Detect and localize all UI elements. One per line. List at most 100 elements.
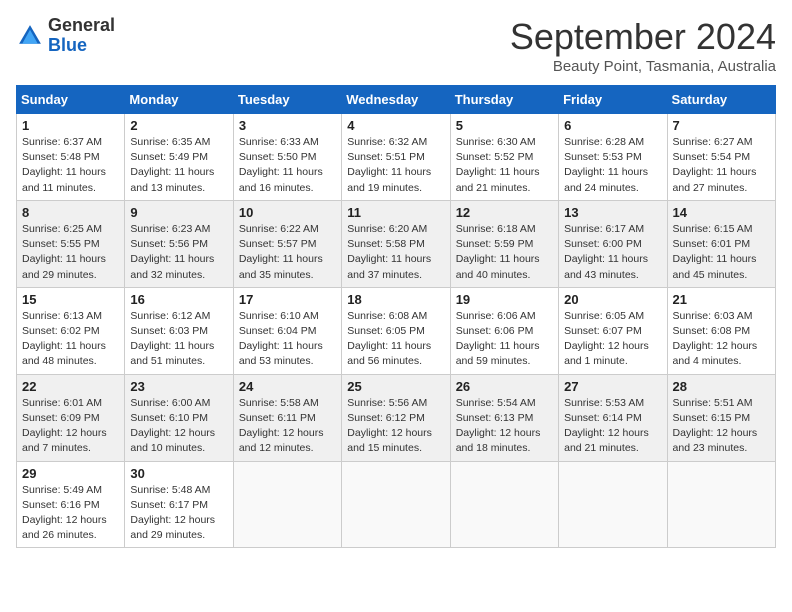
- week-row: 8 Sunrise: 6:25 AMSunset: 5:55 PMDayligh…: [17, 200, 776, 287]
- day-detail: Sunrise: 6:06 AMSunset: 6:06 PMDaylight:…: [456, 309, 553, 370]
- day-detail: Sunrise: 6:33 AMSunset: 5:50 PMDaylight:…: [239, 135, 336, 196]
- day-detail: Sunrise: 6:15 AMSunset: 6:01 PMDaylight:…: [673, 222, 770, 283]
- day-cell: 29 Sunrise: 5:49 AMSunset: 6:16 PMDaylig…: [17, 461, 125, 548]
- logo-general: General: [48, 15, 115, 35]
- day-detail: Sunrise: 6:23 AMSunset: 5:56 PMDaylight:…: [130, 222, 227, 283]
- empty-cell: [342, 461, 450, 548]
- day-number: 16: [130, 292, 227, 307]
- day-detail: Sunrise: 6:08 AMSunset: 6:05 PMDaylight:…: [347, 309, 444, 370]
- day-detail: Sunrise: 6:30 AMSunset: 5:52 PMDaylight:…: [456, 135, 553, 196]
- logo: General Blue: [16, 16, 115, 56]
- week-row: 1 Sunrise: 6:37 AMSunset: 5:48 PMDayligh…: [17, 114, 776, 201]
- calendar-table: Sunday Monday Tuesday Wednesday Thursday…: [16, 85, 776, 548]
- day-detail: Sunrise: 6:22 AMSunset: 5:57 PMDaylight:…: [239, 222, 336, 283]
- day-detail: Sunrise: 6:01 AMSunset: 6:09 PMDaylight:…: [22, 396, 119, 457]
- day-number: 23: [130, 379, 227, 394]
- day-number: 14: [673, 205, 770, 220]
- day-cell: 16 Sunrise: 6:12 AMSunset: 6:03 PMDaylig…: [125, 287, 233, 374]
- day-detail: Sunrise: 6:13 AMSunset: 6:02 PMDaylight:…: [22, 309, 119, 370]
- day-cell: 11 Sunrise: 6:20 AMSunset: 5:58 PMDaylig…: [342, 200, 450, 287]
- day-number: 3: [239, 118, 336, 133]
- day-cell: 24 Sunrise: 5:58 AMSunset: 6:11 PMDaylig…: [233, 374, 341, 461]
- empty-cell: [559, 461, 667, 548]
- day-detail: Sunrise: 6:18 AMSunset: 5:59 PMDaylight:…: [456, 222, 553, 283]
- day-cell: 4 Sunrise: 6:32 AMSunset: 5:51 PMDayligh…: [342, 114, 450, 201]
- calendar-header-row: Sunday Monday Tuesday Wednesday Thursday…: [17, 86, 776, 114]
- day-cell: 30 Sunrise: 5:48 AMSunset: 6:17 PMDaylig…: [125, 461, 233, 548]
- day-number: 22: [22, 379, 119, 394]
- day-cell: 6 Sunrise: 6:28 AMSunset: 5:53 PMDayligh…: [559, 114, 667, 201]
- day-number: 26: [456, 379, 553, 394]
- day-detail: Sunrise: 6:28 AMSunset: 5:53 PMDaylight:…: [564, 135, 661, 196]
- day-detail: Sunrise: 6:05 AMSunset: 6:07 PMDaylight:…: [564, 309, 661, 370]
- day-number: 27: [564, 379, 661, 394]
- col-thursday: Thursday: [450, 86, 558, 114]
- day-detail: Sunrise: 6:25 AMSunset: 5:55 PMDaylight:…: [22, 222, 119, 283]
- day-cell: 26 Sunrise: 5:54 AMSunset: 6:13 PMDaylig…: [450, 374, 558, 461]
- day-cell: 10 Sunrise: 6:22 AMSunset: 5:57 PMDaylig…: [233, 200, 341, 287]
- week-row: 22 Sunrise: 6:01 AMSunset: 6:09 PMDaylig…: [17, 374, 776, 461]
- day-cell: 20 Sunrise: 6:05 AMSunset: 6:07 PMDaylig…: [559, 287, 667, 374]
- col-monday: Monday: [125, 86, 233, 114]
- day-number: 18: [347, 292, 444, 307]
- day-number: 30: [130, 466, 227, 481]
- day-cell: 22 Sunrise: 6:01 AMSunset: 6:09 PMDaylig…: [17, 374, 125, 461]
- day-number: 19: [456, 292, 553, 307]
- day-detail: Sunrise: 5:48 AMSunset: 6:17 PMDaylight:…: [130, 483, 227, 544]
- day-cell: 27 Sunrise: 5:53 AMSunset: 6:14 PMDaylig…: [559, 374, 667, 461]
- day-cell: 13 Sunrise: 6:17 AMSunset: 6:00 PMDaylig…: [559, 200, 667, 287]
- day-number: 13: [564, 205, 661, 220]
- day-number: 24: [239, 379, 336, 394]
- day-cell: 8 Sunrise: 6:25 AMSunset: 5:55 PMDayligh…: [17, 200, 125, 287]
- logo-text: General Blue: [48, 16, 115, 56]
- day-cell: 23 Sunrise: 6:00 AMSunset: 6:10 PMDaylig…: [125, 374, 233, 461]
- day-number: 4: [347, 118, 444, 133]
- day-cell: 21 Sunrise: 6:03 AMSunset: 6:08 PMDaylig…: [667, 287, 775, 374]
- day-cell: 25 Sunrise: 5:56 AMSunset: 6:12 PMDaylig…: [342, 374, 450, 461]
- month-title: September 2024: [510, 16, 776, 58]
- title-block: September 2024 Beauty Point, Tasmania, A…: [510, 16, 776, 75]
- day-detail: Sunrise: 5:58 AMSunset: 6:11 PMDaylight:…: [239, 396, 336, 457]
- week-row: 29 Sunrise: 5:49 AMSunset: 6:16 PMDaylig…: [17, 461, 776, 548]
- day-number: 15: [22, 292, 119, 307]
- col-sunday: Sunday: [17, 86, 125, 114]
- day-detail: Sunrise: 5:49 AMSunset: 6:16 PMDaylight:…: [22, 483, 119, 544]
- day-detail: Sunrise: 6:20 AMSunset: 5:58 PMDaylight:…: [347, 222, 444, 283]
- day-number: 11: [347, 205, 444, 220]
- day-cell: 19 Sunrise: 6:06 AMSunset: 6:06 PMDaylig…: [450, 287, 558, 374]
- day-cell: 1 Sunrise: 6:37 AMSunset: 5:48 PMDayligh…: [17, 114, 125, 201]
- day-number: 6: [564, 118, 661, 133]
- day-cell: 2 Sunrise: 6:35 AMSunset: 5:49 PMDayligh…: [125, 114, 233, 201]
- day-number: 8: [22, 205, 119, 220]
- day-number: 2: [130, 118, 227, 133]
- day-number: 9: [130, 205, 227, 220]
- day-cell: 3 Sunrise: 6:33 AMSunset: 5:50 PMDayligh…: [233, 114, 341, 201]
- day-number: 7: [673, 118, 770, 133]
- day-detail: Sunrise: 6:03 AMSunset: 6:08 PMDaylight:…: [673, 309, 770, 370]
- week-row: 15 Sunrise: 6:13 AMSunset: 6:02 PMDaylig…: [17, 287, 776, 374]
- day-detail: Sunrise: 5:53 AMSunset: 6:14 PMDaylight:…: [564, 396, 661, 457]
- day-detail: Sunrise: 6:27 AMSunset: 5:54 PMDaylight:…: [673, 135, 770, 196]
- day-detail: Sunrise: 5:56 AMSunset: 6:12 PMDaylight:…: [347, 396, 444, 457]
- day-number: 1: [22, 118, 119, 133]
- day-number: 20: [564, 292, 661, 307]
- day-number: 25: [347, 379, 444, 394]
- day-number: 12: [456, 205, 553, 220]
- day-detail: Sunrise: 6:17 AMSunset: 6:00 PMDaylight:…: [564, 222, 661, 283]
- day-cell: 12 Sunrise: 6:18 AMSunset: 5:59 PMDaylig…: [450, 200, 558, 287]
- empty-cell: [233, 461, 341, 548]
- day-cell: 28 Sunrise: 5:51 AMSunset: 6:15 PMDaylig…: [667, 374, 775, 461]
- day-detail: Sunrise: 6:12 AMSunset: 6:03 PMDaylight:…: [130, 309, 227, 370]
- day-detail: Sunrise: 6:32 AMSunset: 5:51 PMDaylight:…: [347, 135, 444, 196]
- day-number: 29: [22, 466, 119, 481]
- logo-blue: Blue: [48, 35, 87, 55]
- day-number: 5: [456, 118, 553, 133]
- day-detail: Sunrise: 5:51 AMSunset: 6:15 PMDaylight:…: [673, 396, 770, 457]
- day-detail: Sunrise: 6:10 AMSunset: 6:04 PMDaylight:…: [239, 309, 336, 370]
- day-cell: 15 Sunrise: 6:13 AMSunset: 6:02 PMDaylig…: [17, 287, 125, 374]
- day-cell: 18 Sunrise: 6:08 AMSunset: 6:05 PMDaylig…: [342, 287, 450, 374]
- col-tuesday: Tuesday: [233, 86, 341, 114]
- day-detail: Sunrise: 6:35 AMSunset: 5:49 PMDaylight:…: [130, 135, 227, 196]
- location-subtitle: Beauty Point, Tasmania, Australia: [510, 58, 776, 75]
- day-detail: Sunrise: 6:37 AMSunset: 5:48 PMDaylight:…: [22, 135, 119, 196]
